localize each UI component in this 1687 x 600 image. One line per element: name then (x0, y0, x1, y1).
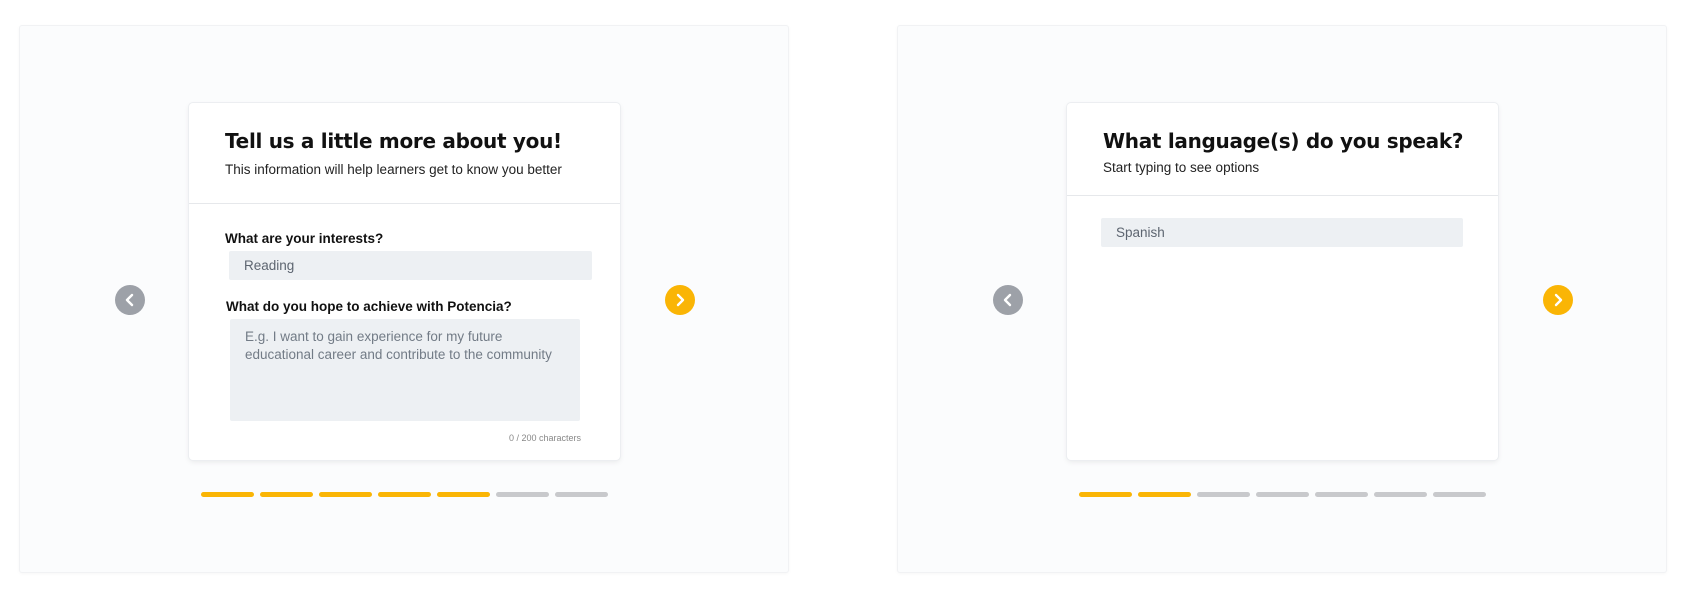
page-subtitle: Start typing to see options (1103, 160, 1260, 175)
page-title: What language(s) do you speak? (1103, 129, 1464, 153)
progress-step (201, 492, 254, 497)
card-header: What language(s) do you speak? Start typ… (1067, 103, 1498, 196)
progress-step (1197, 492, 1250, 497)
progress-indicator (1079, 492, 1486, 497)
card-header: Tell us a little more about you! This in… (189, 103, 620, 204)
progress-step (1374, 492, 1427, 497)
chevron-left-icon (1003, 293, 1012, 307)
page-subtitle: This information will help learners get … (225, 162, 562, 177)
progress-step (1256, 492, 1309, 497)
next-button[interactable] (665, 285, 695, 315)
previous-button[interactable] (115, 285, 145, 315)
goal-textarea[interactable]: E.g. I want to gain experience for my fu… (230, 319, 580, 421)
chevron-right-icon (1554, 293, 1563, 307)
language-input[interactable]: Spanish (1101, 218, 1463, 247)
previous-button[interactable] (993, 285, 1023, 315)
goal-label: What do you hope to achieve with Potenci… (226, 299, 512, 314)
progress-step (260, 492, 313, 497)
progress-step (496, 492, 549, 497)
progress-step (437, 492, 490, 497)
chevron-left-icon (125, 293, 134, 307)
interests-label: What are your interests? (225, 231, 384, 246)
progress-step (1138, 492, 1191, 497)
progress-step (319, 492, 372, 497)
page-title: Tell us a little more about you! (225, 129, 562, 153)
chevron-right-icon (676, 293, 685, 307)
language-card: What language(s) do you speak? Start typ… (1067, 103, 1498, 460)
character-counter: 0 / 200 characters (508, 433, 581, 443)
progress-step (1079, 492, 1132, 497)
onboarding-step-interests: Tell us a little more about you! This in… (20, 26, 788, 572)
progress-step (1315, 492, 1368, 497)
progress-step (1433, 492, 1486, 497)
onboarding-step-languages: What language(s) do you speak? Start typ… (898, 26, 1666, 572)
progress-indicator (201, 492, 608, 497)
interests-input[interactable]: Reading (229, 251, 592, 280)
next-button[interactable] (1543, 285, 1573, 315)
progress-step (555, 492, 608, 497)
profile-card: Tell us a little more about you! This in… (189, 103, 620, 460)
progress-step (378, 492, 431, 497)
